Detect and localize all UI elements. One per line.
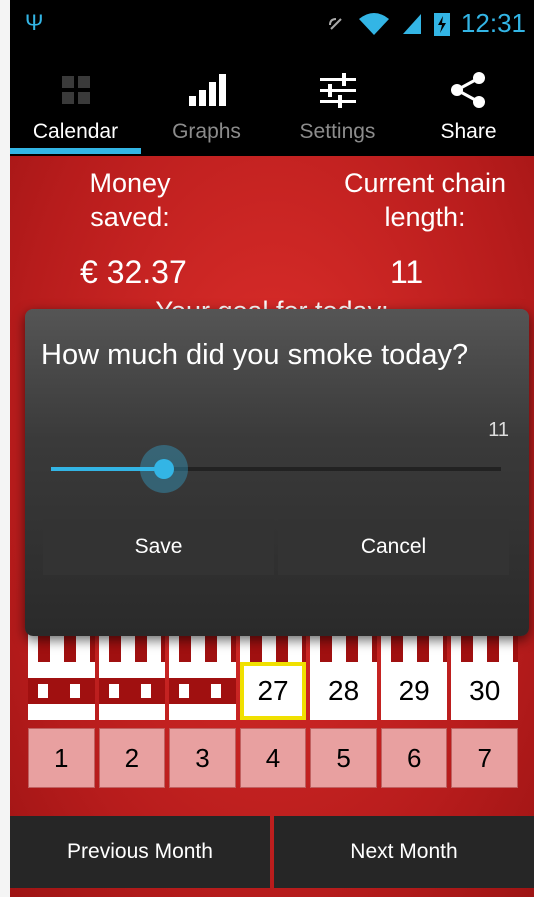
battery-icon — [433, 12, 450, 36]
chain-length-label: Current chain length: — [343, 168, 507, 232]
calendar-day-next-month[interactable]: 6 — [380, 728, 448, 788]
tab-graphs[interactable]: Graphs — [141, 50, 272, 154]
calendar-day-next-month[interactable]: 2 — [98, 728, 166, 788]
calendar-row-next: 1 2 3 4 5 6 7 — [28, 728, 519, 788]
smoke-dialog: How much did you smoke today? 11 Save Ca… — [25, 309, 529, 636]
next-month-button[interactable]: Next Month — [274, 816, 534, 888]
calendar-day-next-month[interactable]: 7 — [451, 728, 519, 788]
money-saved-label: Money saved: — [89, 168, 171, 232]
sliders-icon — [319, 73, 356, 108]
smoke-slider[interactable] — [51, 445, 501, 493]
chain-length-value: 11 — [390, 254, 424, 290]
calendar-day-next-month[interactable]: 3 — [169, 728, 236, 788]
cancel-button[interactable]: Cancel — [278, 519, 509, 575]
slider-value: 11 — [488, 419, 509, 441]
money-saved-value: € 32.37 — [80, 254, 187, 290]
signal-icon — [402, 13, 421, 34]
slider-thumb[interactable] — [140, 445, 188, 493]
bar-graph-icon — [188, 74, 226, 106]
wifi-icon — [358, 12, 389, 35]
save-button[interactable]: Save — [43, 519, 274, 575]
chain-link-icon — [98, 678, 166, 704]
tab-share[interactable]: Share — [403, 50, 534, 154]
tab-label: Share — [440, 120, 497, 143]
dialog-title: How much did you smoke today? — [41, 339, 469, 371]
tab-label: Calendar — [32, 120, 119, 143]
calendar-day-next-month[interactable]: 5 — [310, 728, 377, 788]
calendar-day[interactable]: 29 — [380, 662, 448, 720]
chain-link-day[interactable] — [98, 662, 166, 720]
month-nav: Previous Month Next Month — [10, 816, 534, 888]
tab-calendar[interactable]: Calendar — [10, 50, 141, 154]
tab-label: Settings — [299, 120, 376, 143]
tab-bar: Calendar Graphs Settings Share — [10, 50, 534, 154]
calendar-day-today[interactable]: 27 — [239, 662, 307, 720]
usb-icon: Ψ — [25, 10, 44, 35]
tab-settings[interactable]: Settings — [272, 50, 403, 154]
previous-month-button[interactable]: Previous Month — [10, 816, 270, 888]
status-icons: 12:31 — [325, 8, 526, 39]
calendar-day-next-month[interactable]: 4 — [239, 728, 307, 788]
share-icon — [450, 72, 485, 108]
tab-label: Graphs — [172, 120, 241, 143]
chain-link-icon — [169, 678, 236, 704]
dialog-buttons: Save Cancel — [43, 519, 509, 575]
calendar-day-next-month[interactable]: 1 — [28, 728, 95, 788]
grid-icon — [61, 76, 90, 104]
chain-link-day[interactable] — [28, 662, 95, 720]
calendar-day[interactable]: 28 — [310, 662, 377, 720]
calendar-day[interactable]: 30 — [451, 662, 519, 720]
status-bar: Ψ 12:31 — [10, 0, 534, 50]
clock: 12:31 — [460, 8, 526, 38]
phone-screen: Ψ 12:31 Calendar Graphs Settings Share M… — [10, 0, 534, 897]
calendar-row-current: 27 28 29 30 — [28, 662, 519, 720]
chain-link-day[interactable] — [169, 662, 236, 720]
chain-link-icon — [28, 678, 95, 704]
mute-icon — [328, 17, 342, 30]
